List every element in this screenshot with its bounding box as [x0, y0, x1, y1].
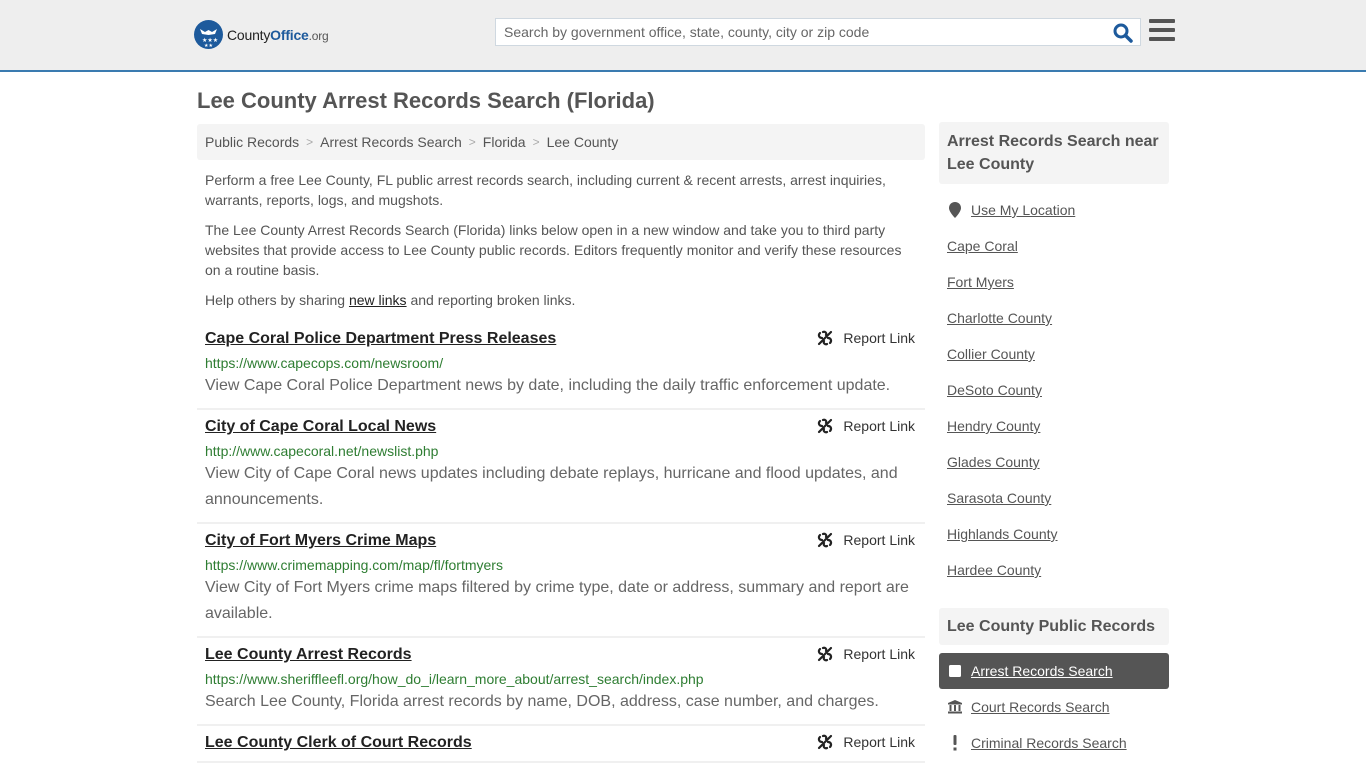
- square-icon: [947, 665, 963, 677]
- list-item: City of Cape Coral Local News Report Lin…: [197, 410, 925, 524]
- breadcrumb-lee-county[interactable]: Lee County: [547, 134, 619, 150]
- map-pin-icon: [947, 202, 963, 218]
- nearby-item: Sarasota County: [939, 480, 1169, 516]
- use-my-location-link[interactable]: Use My Location: [971, 202, 1075, 218]
- exclamation-icon: [947, 735, 963, 751]
- nearby-link-hardee-county[interactable]: Hardee County: [947, 562, 1041, 578]
- resource-url: https://www.sheriffleefl.org/how_do_i/le…: [205, 671, 704, 687]
- resource-url: https://www.crimemapping.com/map/fl/fort…: [205, 557, 503, 573]
- intro-paragraph-2: The Lee County Arrest Records Search (Fl…: [205, 222, 902, 278]
- broken-link-icon: [818, 734, 833, 750]
- broken-link-icon: [818, 330, 833, 346]
- records-item-court: Court Records Search: [939, 689, 1169, 725]
- courthouse-icon: [947, 700, 963, 714]
- site-logo[interactable]: ★★★ ★★ CountyOffice.org: [194, 20, 329, 49]
- nearby-heading: Arrest Records Search near Lee County: [939, 122, 1169, 184]
- eagle-stars-logo-icon: ★★★ ★★: [194, 20, 223, 49]
- nearby-link-sarasota-county[interactable]: Sarasota County: [947, 490, 1051, 506]
- broken-link-icon: [818, 532, 833, 548]
- nearby-item: Collier County: [939, 336, 1169, 372]
- nearby-item: Fort Myers: [939, 264, 1169, 300]
- page-title: Lee County Arrest Records Search (Florid…: [197, 88, 655, 113]
- nearby-link-glades-county[interactable]: Glades County: [947, 454, 1040, 470]
- list-item: City of Fort Myers Crime Maps Report Lin…: [197, 524, 925, 638]
- nearby-link-fort-myers[interactable]: Fort Myers: [947, 274, 1014, 290]
- breadcrumb-arrest-records-search[interactable]: Arrest Records Search: [320, 134, 462, 150]
- intro-paragraph-1: Perform a free Lee County, FL public arr…: [205, 172, 886, 208]
- resource-description: View Cape Coral Police Department news b…: [205, 377, 891, 394]
- search-button[interactable]: [1112, 22, 1134, 44]
- resource-description: View City of Cape Coral news updates inc…: [205, 465, 898, 508]
- records-item-arrest-active: Arrest Records Search: [939, 653, 1169, 689]
- resource-url: https://www.capecops.com/newsroom/: [205, 355, 444, 371]
- list-item: Lee County Arrest Records Report Link ht…: [197, 638, 925, 726]
- resource-link-title[interactable]: City of Cape Coral Local News: [205, 418, 436, 436]
- intro-paragraph-3: Help others by sharing new links and rep…: [205, 292, 576, 308]
- public-records-list: Arrest Records Search Court Records Sear…: [939, 653, 1169, 761]
- list-item: Lee County Clerk of Court Records Report…: [197, 726, 925, 763]
- svg-text:★★: ★★: [204, 43, 213, 49]
- resource-url: http://www.capecoral.net/newslist.php: [205, 443, 439, 459]
- hamburger-menu-button[interactable]: [1149, 19, 1175, 43]
- records-item-criminal: Criminal Records Search: [939, 725, 1169, 761]
- nearby-item: Highlands County: [939, 516, 1169, 552]
- main-content: Public Records > Arrest Records Search >…: [197, 124, 925, 763]
- report-link-button[interactable]: Report Link: [817, 532, 915, 548]
- nearby-link-charlotte-county[interactable]: Charlotte County: [947, 310, 1052, 326]
- resource-link-title[interactable]: City of Fort Myers Crime Maps: [205, 532, 436, 550]
- site-header: ★★★ ★★ CountyOffice.org: [0, 0, 1366, 72]
- criminal-records-search-link[interactable]: Criminal Records Search: [971, 735, 1127, 751]
- report-link-button[interactable]: Report Link: [817, 330, 915, 346]
- public-records-heading: Lee County Public Records: [939, 608, 1169, 645]
- breadcrumb-public-records[interactable]: Public Records: [205, 134, 299, 150]
- resource-link-title[interactable]: Cape Coral Police Department Press Relea…: [205, 330, 556, 348]
- new-links-link[interactable]: new links: [349, 292, 407, 308]
- breadcrumb-separator: >: [468, 135, 476, 149]
- court-records-search-link[interactable]: Court Records Search: [971, 699, 1110, 715]
- breadcrumb-separator: >: [306, 135, 314, 149]
- nearby-item: DeSoto County: [939, 372, 1169, 408]
- report-link-button[interactable]: Report Link: [817, 418, 915, 434]
- nearby-list: Use My Location Cape Coral Fort Myers Ch…: [939, 192, 1169, 588]
- nearby-item: Cape Coral: [939, 228, 1169, 264]
- breadcrumb-separator: >: [532, 135, 540, 149]
- nearby-link-hendry-county[interactable]: Hendry County: [947, 418, 1040, 434]
- broken-link-icon: [818, 646, 833, 662]
- nearby-item: Charlotte County: [939, 300, 1169, 336]
- breadcrumb: Public Records > Arrest Records Search >…: [197, 124, 925, 160]
- sidebar: Arrest Records Search near Lee County Us…: [939, 122, 1169, 761]
- nearby-item: Glades County: [939, 444, 1169, 480]
- resource-links-list: Cape Coral Police Department Press Relea…: [197, 322, 925, 763]
- search-icon: [1113, 23, 1133, 43]
- search-box: [495, 18, 1141, 46]
- resource-description: Search Lee County, Florida arrest record…: [205, 693, 879, 710]
- resource-link-title[interactable]: Lee County Arrest Records: [205, 646, 412, 664]
- nearby-link-cape-coral[interactable]: Cape Coral: [947, 238, 1018, 254]
- nearby-link-highlands-county[interactable]: Highlands County: [947, 526, 1058, 542]
- nearby-link-collier-county[interactable]: Collier County: [947, 346, 1035, 362]
- report-link-button[interactable]: Report Link: [817, 646, 915, 662]
- broken-link-icon: [818, 418, 833, 434]
- nearby-item: Hardee County: [939, 552, 1169, 588]
- search-input[interactable]: [496, 19, 1096, 45]
- report-link-button[interactable]: Report Link: [817, 734, 915, 750]
- resource-link-title[interactable]: Lee County Clerk of Court Records: [205, 734, 472, 752]
- nearby-link-desoto-county[interactable]: DeSoto County: [947, 382, 1042, 398]
- arrest-records-search-link[interactable]: Arrest Records Search: [971, 663, 1113, 679]
- hamburger-menu-icon: [1149, 19, 1175, 23]
- list-item: Cape Coral Police Department Press Relea…: [197, 322, 925, 410]
- nearby-item: Hendry County: [939, 408, 1169, 444]
- breadcrumb-florida[interactable]: Florida: [483, 134, 526, 150]
- logo-wordmark: CountyOffice.org: [227, 26, 329, 43]
- intro-text: Perform a free Lee County, FL public arr…: [197, 170, 925, 310]
- use-my-location-item: Use My Location: [939, 192, 1169, 228]
- resource-description: View City of Fort Myers crime maps filte…: [205, 579, 909, 622]
